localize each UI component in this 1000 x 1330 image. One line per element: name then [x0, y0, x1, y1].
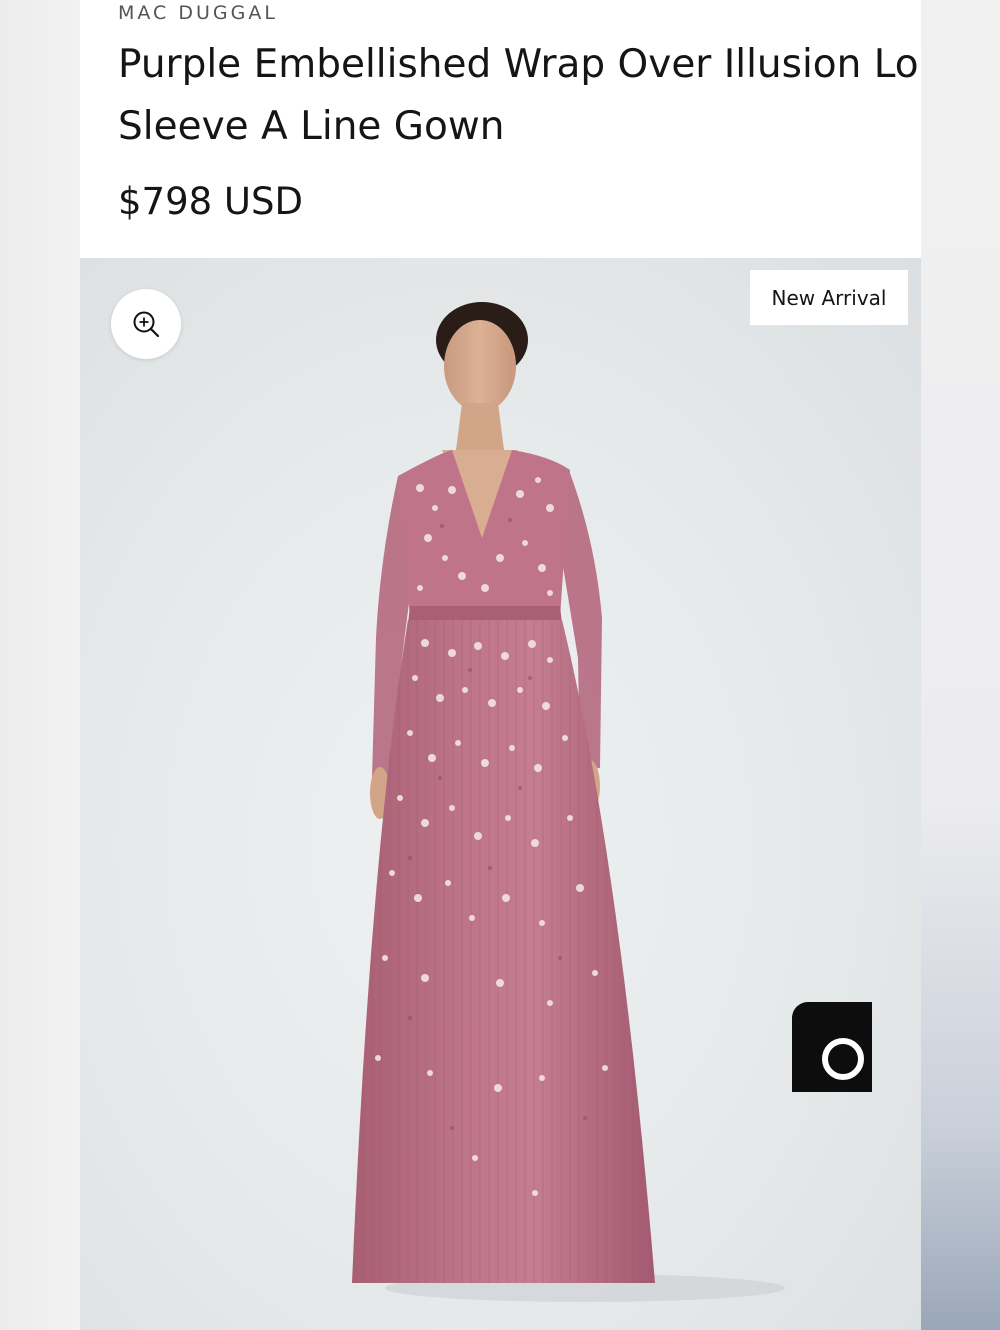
- brand-name[interactable]: MAC DUGGAL: [118, 2, 278, 24]
- product-panel: MAC DUGGAL Purple Embellished Wrap Over …: [80, 0, 921, 1330]
- product-title: Purple Embellished Wrap Over Illusion Lo…: [118, 42, 921, 149]
- page: MAC DUGGAL Purple Embellished Wrap Over …: [0, 0, 1000, 1330]
- model-in-gown-image: [352, 302, 785, 1302]
- chat-icon: [822, 1038, 864, 1080]
- right-backdrop: [921, 0, 1000, 1330]
- new-arrival-badge: New Arrival: [750, 270, 908, 325]
- product-image[interactable]: New Arrival: [80, 258, 921, 1330]
- zoom-in-icon: [133, 311, 160, 338]
- chat-button[interactable]: [792, 1002, 872, 1092]
- zoom-button[interactable]: [111, 289, 181, 359]
- product-price: $798 USD: [118, 180, 303, 223]
